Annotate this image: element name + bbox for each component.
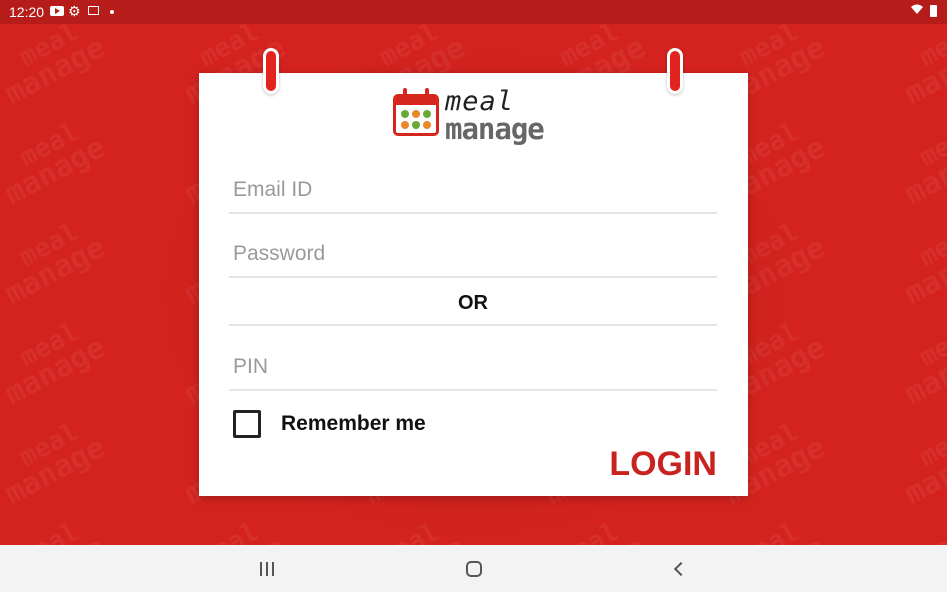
password-field-container — [229, 232, 717, 278]
email-field[interactable] — [229, 168, 717, 212]
home-icon[interactable] — [466, 561, 482, 577]
remember-me-checkbox[interactable] — [233, 410, 261, 438]
watermark-logo: mealmanage — [0, 24, 112, 113]
email-field-container — [229, 168, 717, 214]
wifi-icon — [910, 3, 924, 18]
recents-icon[interactable] — [258, 562, 276, 576]
watermark-logo: mealmanage — [899, 316, 947, 413]
watermark-logo: mealmanage — [0, 116, 112, 213]
back-icon[interactable] — [673, 561, 689, 577]
youtube-icon — [50, 6, 64, 16]
binder-ring-right — [667, 48, 683, 94]
remember-me-label[interactable]: Remember me — [281, 412, 426, 436]
app-logo: meal manage — [393, 88, 563, 148]
watermark-logo: mealmanage — [0, 316, 112, 413]
window-icon — [88, 6, 99, 15]
logo-text-meal: meal — [445, 86, 515, 117]
calendar-icon — [393, 88, 439, 136]
watermark-logo: mealmanage — [899, 24, 947, 113]
watermark-logo: mealmanage — [899, 516, 947, 545]
binder-ring-left — [263, 48, 279, 94]
navigation-bar — [0, 545, 947, 592]
status-bar: 12:20 ⚙ — [0, 0, 947, 24]
battery-icon — [930, 5, 937, 17]
status-time: 12:20 — [9, 4, 45, 20]
password-field[interactable] — [229, 232, 717, 276]
pin-field[interactable] — [229, 345, 717, 389]
watermark-logo: mealmanage — [0, 216, 112, 313]
gear-icon: ⚙ — [68, 3, 81, 19]
pin-field-container — [229, 345, 717, 391]
watermark-logo: mealmanage — [0, 516, 111, 545]
watermark-logo: mealmanage — [899, 116, 947, 213]
logo-text-manage: manage — [445, 112, 545, 146]
watermark-logo: mealmanage — [899, 216, 947, 313]
watermark-logo: mealmanage — [0, 416, 112, 513]
watermark-logo: mealmanage — [899, 416, 947, 513]
or-separator: OR — [229, 278, 717, 326]
dot-icon — [110, 10, 114, 14]
login-button[interactable]: LOGIN — [590, 442, 717, 486]
